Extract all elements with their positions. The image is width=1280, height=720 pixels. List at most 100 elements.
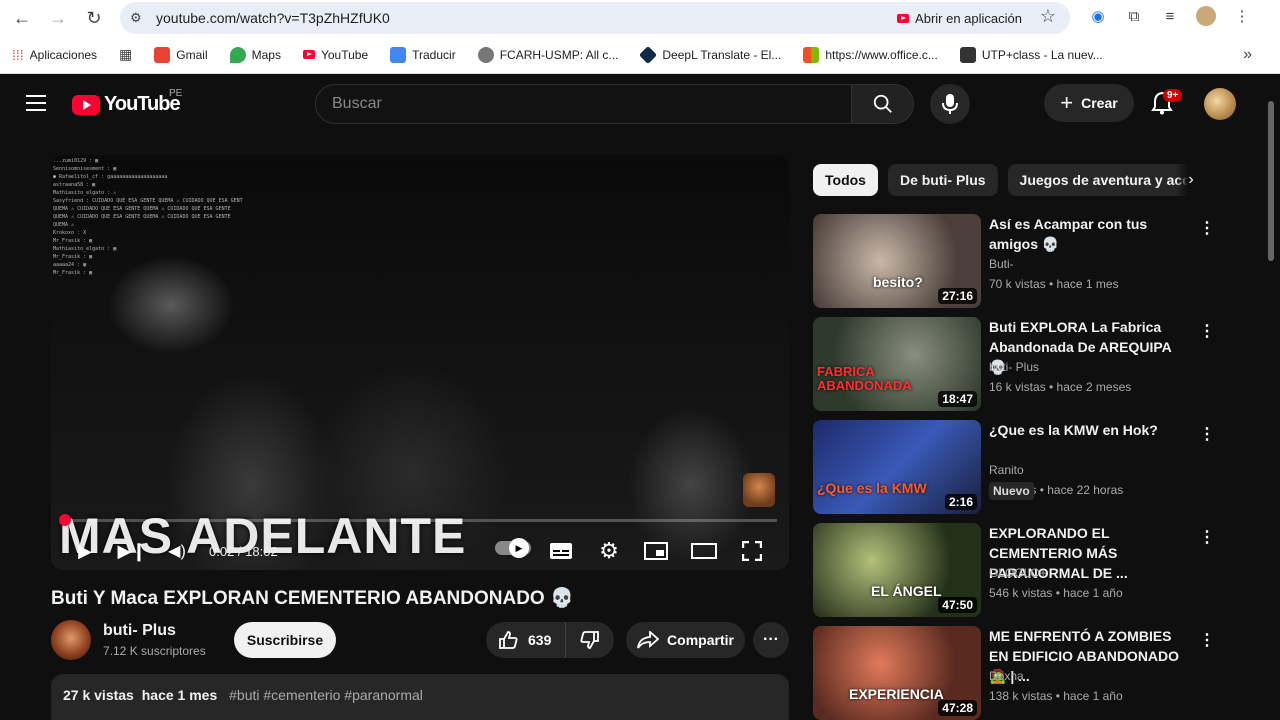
- video-thumbnail[interactable]: EXPERIENCIA 47:28: [813, 626, 981, 720]
- play-icon[interactable]: ▶: [69, 535, 101, 567]
- search-box: [315, 84, 852, 124]
- bookmark-gmail[interactable]: Gmail: [154, 46, 208, 63]
- menu-kebab-icon[interactable]: ⋮: [1230, 4, 1254, 28]
- back-arrow-icon[interactable]: ←: [7, 3, 37, 33]
- bookmark-fcarh[interactable]: FCARH-USMP: All c...: [477, 46, 618, 63]
- create-button[interactable]: + Crear: [1044, 84, 1134, 122]
- bookmark-deepl[interactable]: DeepL Translate - El...: [639, 45, 781, 64]
- youtube-icon: [897, 13, 910, 23]
- channel-avatar[interactable]: [51, 620, 91, 660]
- description-box[interactable]: 27 k vistas hace 1 mes #buti #cementerio…: [51, 674, 789, 720]
- address-bar[interactable]: ⚙ youtube.com/watch?v=T3pZhHZfUK0 Abrir …: [120, 2, 1070, 34]
- recommendation-title[interactable]: Así es Acampar con tus amigos 💀: [989, 214, 1189, 254]
- recommendation-card[interactable]: besito? 27:16 Así es Acampar con tus ami…: [813, 214, 1215, 308]
- bookmark-maps[interactable]: Maps: [229, 46, 281, 63]
- chip-channel[interactable]: De buti- Plus: [887, 164, 998, 196]
- video-duration: 27:16: [938, 288, 977, 304]
- video-duration: 2:16: [944, 494, 977, 510]
- thumbnail-text: besito?: [873, 274, 923, 290]
- recommendation-channel[interactable]: Ranito: [989, 463, 1024, 477]
- recommendation-channel[interactable]: Buti-: [989, 257, 1014, 271]
- maps-icon: [229, 46, 246, 63]
- video-thumbnail[interactable]: FABRICA ABANDONADA 18:47: [813, 317, 981, 411]
- scrollbar-thumb[interactable]: [1268, 101, 1274, 261]
- youtube-logo[interactable]: YouTube: [72, 93, 181, 116]
- profile-avatar[interactable]: [1194, 4, 1218, 28]
- video-title: Buti Y Maca EXPLORAN CEMENTERIO ABANDONA…: [51, 588, 574, 609]
- chip-todos[interactable]: Todos: [813, 164, 878, 196]
- bookmark-translate[interactable]: Traducir: [390, 46, 456, 63]
- voice-search-button[interactable]: [930, 84, 970, 124]
- channel-name[interactable]: buti- Plus: [103, 622, 176, 640]
- miniplayer-icon[interactable]: [640, 535, 672, 567]
- chevron-right-icon[interactable]: ›: [1176, 164, 1206, 196]
- account-avatar[interactable]: [1204, 88, 1236, 120]
- more-bookmarks-icon[interactable]: »: [1243, 46, 1252, 64]
- recommendation-channel[interactable]: GLOGLO+: [989, 566, 1047, 580]
- thumbnail-text: FABRICA ABANDONADA: [817, 364, 912, 393]
- video-player[interactable]: ...zumi0129 : ▦ Sennisomnisesment : ▦ ● …: [51, 155, 789, 570]
- settings-gear-icon[interactable]: ⚙: [593, 535, 625, 567]
- progress-bar[interactable]: [63, 519, 777, 522]
- search-icon: [873, 94, 892, 113]
- recommendation-channel[interactable]: buti- Plus: [989, 360, 1039, 374]
- dislike-button[interactable]: [566, 622, 614, 658]
- like-button[interactable]: 639: [486, 622, 566, 658]
- scrubber-handle[interactable]: [59, 514, 71, 526]
- translate-icon: [390, 46, 407, 63]
- recommendation-card[interactable]: EXPERIENCIA 47:28 ME ENFRENTÓ A ZOMBIES …: [813, 626, 1215, 720]
- deepl-icon: [639, 45, 658, 64]
- subscribe-button[interactable]: Suscribirse: [234, 622, 336, 658]
- video-thumbnail[interactable]: besito? 27:16: [813, 214, 981, 308]
- fullscreen-icon[interactable]: [736, 535, 768, 567]
- site-settings-icon[interactable]: ⚙: [130, 10, 146, 26]
- bookmark-utp[interactable]: UTP+class - La nuev...: [959, 46, 1103, 63]
- bookmark-grid[interactable]: ▦: [119, 46, 132, 63]
- more-options-icon[interactable]: ⋮: [1199, 424, 1215, 444]
- recommendation-meta: 70 k vistas • hace 1 mes: [989, 277, 1119, 291]
- recommendation-channel[interactable]: Doxha: [989, 669, 1024, 683]
- extension-icon[interactable]: ◉: [1086, 4, 1110, 28]
- theater-mode-icon[interactable]: [688, 535, 720, 567]
- new-badge: Nuevo: [989, 482, 1034, 500]
- next-icon[interactable]: ▶❙: [116, 535, 148, 567]
- url-text[interactable]: youtube.com/watch?v=T3pZhHZfUK0: [156, 10, 390, 26]
- video-thumbnail[interactable]: EL ÁNGEL 47:50: [813, 523, 981, 617]
- puzzle-icon[interactable]: ⧉: [1122, 4, 1146, 28]
- gmail-icon: [154, 46, 171, 63]
- share-button[interactable]: Compartir: [626, 622, 745, 658]
- more-actions-button[interactable]: ···: [753, 622, 789, 658]
- bookmark-office[interactable]: https://www.office.c...: [803, 46, 938, 63]
- bookmark-apps[interactable]: ⁞⁞⁞ Aplicaciones: [12, 47, 97, 63]
- browser-extensions: ◉ ⧉ ≡ ⋮: [1086, 4, 1254, 28]
- menu-hamburger-icon[interactable]: [26, 95, 46, 111]
- chip-adventure-games[interactable]: Juegos de aventura y acción: [1007, 164, 1203, 196]
- autoplay-play-icon: ▶: [509, 538, 529, 558]
- volume-icon[interactable]: ◀): [161, 535, 193, 567]
- media-controls-icon[interactable]: ≡: [1158, 4, 1182, 28]
- page-scrollbar[interactable]: [1266, 91, 1276, 716]
- like-count: 639: [528, 632, 552, 648]
- country-code: PE: [169, 88, 183, 99]
- bookmark-youtube[interactable]: YouTube: [302, 48, 368, 62]
- more-options-icon[interactable]: ⋮: [1199, 527, 1215, 547]
- hashtags[interactable]: #buti #cementerio #paranormal: [229, 687, 423, 703]
- upload-age: hace 1 mes: [141, 687, 218, 703]
- thumbnail-text: EL ÁNGEL: [871, 583, 942, 599]
- search-button[interactable]: [851, 84, 914, 124]
- recommendation-card[interactable]: EL ÁNGEL 47:50 EXPLORANDO EL CEMENTERIO …: [813, 523, 1215, 617]
- time-display: 0:02 / 18:02: [209, 544, 278, 559]
- recommendation-card[interactable]: FABRICA ABANDONADA 18:47 Buti EXPLORA La…: [813, 317, 1215, 411]
- more-options-icon[interactable]: ⋮: [1199, 630, 1215, 650]
- more-options-icon[interactable]: ⋮: [1199, 321, 1215, 341]
- player-controls: ▶ ▶❙ ◀) 0:02 / 18:02 ▶ ⚙: [51, 531, 789, 570]
- recommendation-title[interactable]: ¿Que es la KMW en Hok?: [989, 420, 1189, 440]
- subtitles-icon[interactable]: [545, 535, 577, 567]
- open-in-app-button[interactable]: Abrir en aplicación: [897, 6, 1022, 30]
- video-thumbnail[interactable]: ¿Que es la KMW 2:16: [813, 420, 981, 514]
- reload-icon[interactable]: ↻: [79, 3, 109, 33]
- bookmark-star-icon[interactable]: ☆: [1040, 6, 1056, 27]
- forward-arrow-icon[interactable]: →: [43, 3, 73, 33]
- more-options-icon[interactable]: ⋮: [1199, 218, 1215, 238]
- search-input[interactable]: [332, 95, 851, 113]
